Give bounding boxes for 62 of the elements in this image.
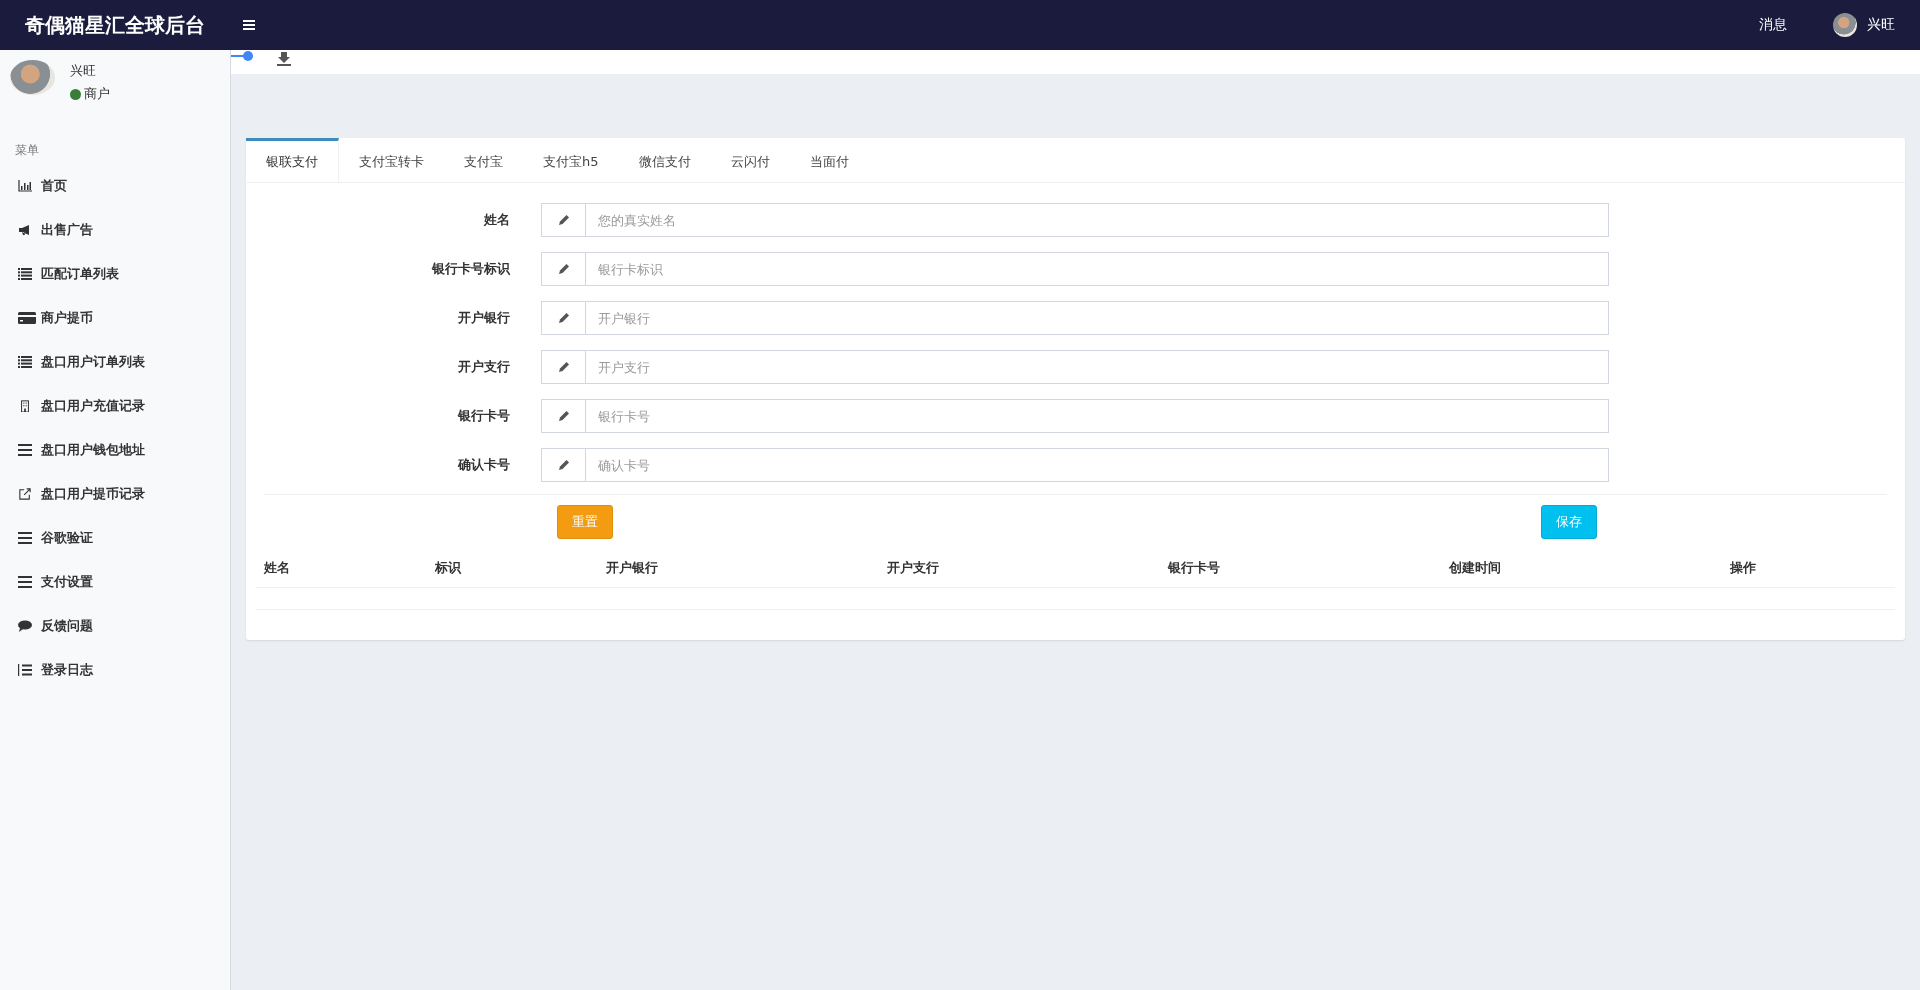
pencil-icon: [557, 214, 570, 226]
field-label: 银行卡号: [456, 407, 511, 425]
megaphone-icon: [18, 224, 32, 236]
pencil-icon: [557, 459, 570, 471]
menu-heading: 菜单: [14, 142, 40, 159]
download-icon[interactable]: [277, 52, 291, 66]
menu-icon: [18, 532, 32, 544]
pencil-icon: [557, 312, 570, 324]
column-header: 开户银行: [605, 559, 659, 577]
tab[interactable]: 当面付: [789, 138, 869, 182]
toggle-slider-icon[interactable]: [231, 50, 255, 62]
user-avatar[interactable]: [1833, 13, 1857, 37]
sidebar-item[interactable]: 盘口用户订单列表: [0, 340, 230, 384]
field-label: 银行卡号标识: [430, 260, 511, 278]
sidebar-item[interactable]: 匹配订单列表: [0, 252, 230, 296]
pencil-icon: [557, 361, 570, 373]
column-header: 银行卡号: [1166, 559, 1221, 577]
speech-bubble-icon: [18, 620, 32, 632]
user-avatar: [10, 60, 55, 95]
tab[interactable]: 微信支付: [618, 138, 711, 182]
external-link-icon: [18, 488, 32, 500]
app-title: 奇偶猫星汇全球后台: [25, 11, 205, 39]
list-icon: [18, 356, 32, 368]
field-label: 开户银行: [457, 309, 511, 327]
menu-icon: [18, 576, 32, 588]
tab[interactable]: 支付宝h5: [523, 138, 619, 182]
building-icon: [18, 400, 32, 412]
sidebar-item[interactable]: 盘口用户钱包地址: [0, 428, 230, 472]
pencil-icon: [557, 410, 570, 422]
field-label: 确认卡号: [456, 456, 511, 474]
sidebar-item[interactable]: 盘口用户提币记录: [0, 472, 230, 516]
numbered-list-icon: [18, 664, 32, 676]
list-icon: [18, 268, 32, 280]
tab[interactable]: 支付宝: [444, 138, 523, 182]
sidebar-item[interactable]: 反馈问题: [0, 604, 230, 648]
bar-chart-icon: [18, 180, 32, 192]
column-header: 创建时间: [1448, 559, 1502, 577]
sidebar-item[interactable]: 谷歌验证: [0, 516, 230, 560]
pencil-icon: [557, 263, 570, 275]
menu-icon: [18, 444, 32, 456]
tab[interactable]: 银联支付: [246, 138, 339, 182]
sidebar-item[interactable]: 出售广告: [0, 208, 230, 252]
sidebar-item[interactable]: 登录日志: [0, 648, 230, 692]
user-role: 商户: [84, 85, 110, 103]
credit-card-icon: [18, 312, 36, 324]
column-header: 标识: [434, 559, 462, 577]
sidebar-item[interactable]: 支付设置: [0, 560, 230, 604]
tab[interactable]: 支付宝转卡: [339, 138, 444, 182]
column-header: 姓名: [263, 559, 291, 577]
column-header: 开户支行: [886, 559, 940, 577]
status-dot: [70, 88, 81, 100]
column-header: 操作: [1729, 559, 1757, 577]
messages-link[interactable]: 消息: [1759, 16, 1787, 34]
sidebar-item[interactable]: 首页: [0, 164, 230, 208]
tab[interactable]: 云闪付: [710, 138, 790, 182]
menu-icon[interactable]: [243, 20, 255, 30]
sidebar-item[interactable]: 商户提币: [0, 296, 230, 340]
user-menu-link[interactable]: 兴旺: [1867, 16, 1895, 34]
field-label: 开户支行: [457, 358, 511, 376]
field-label: 姓名: [483, 211, 511, 229]
user-name: 兴旺: [70, 62, 97, 80]
sidebar-item[interactable]: 盘口用户充值记录: [0, 384, 230, 428]
